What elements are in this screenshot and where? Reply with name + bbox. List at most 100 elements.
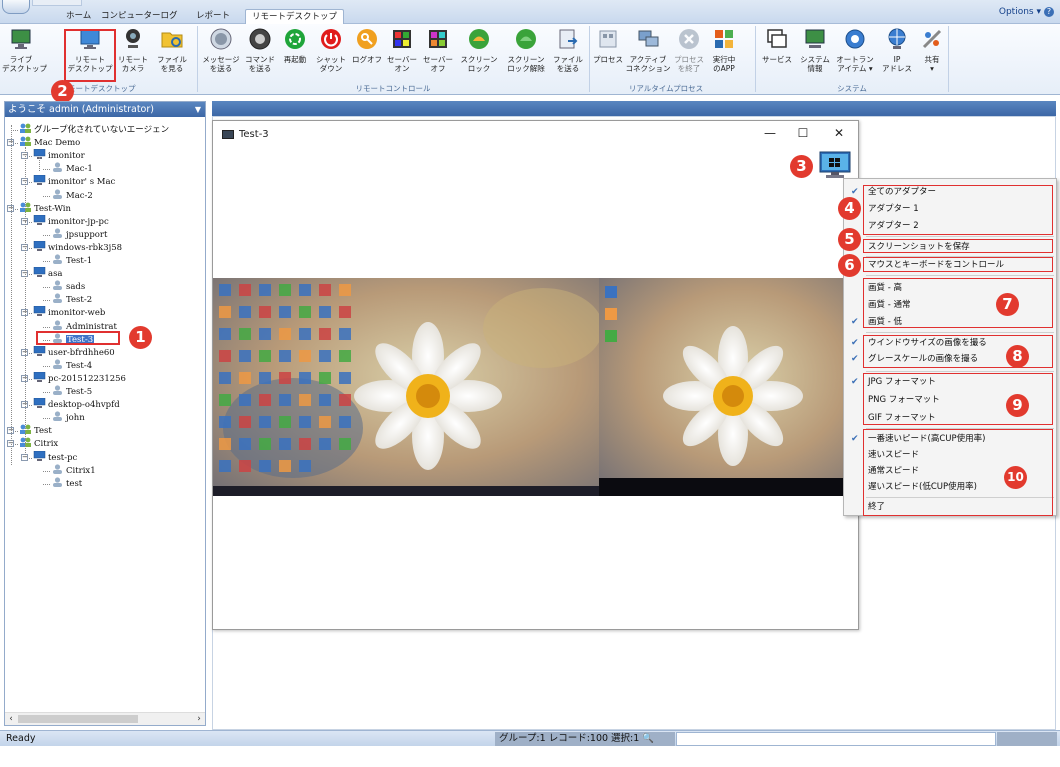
live-desktop-button[interactable]: ライブ デスクトップ xyxy=(2,27,47,82)
minimize-button[interactable]: — xyxy=(756,123,784,143)
remote-desktop-window: Test-3 — ☐ ✕ xyxy=(212,120,859,630)
active-connection-label: アクティブ コネクション xyxy=(625,55,671,73)
tree-guide-line xyxy=(11,125,12,465)
menu-separator xyxy=(866,236,1054,237)
tree-connector xyxy=(11,130,18,131)
tree-node-user[interactable]: john xyxy=(51,411,85,424)
tree-node-pc[interactable]: imonitor xyxy=(33,149,85,162)
tree-node-user[interactable]: test xyxy=(51,477,82,490)
ribbon-separator xyxy=(948,26,949,92)
send-command-button[interactable]: コマンド を送る xyxy=(242,27,278,82)
search-icon[interactable]: 🔍 xyxy=(642,733,654,744)
screensaver-off-icon xyxy=(429,30,447,48)
user-icon xyxy=(53,228,62,238)
tree-node-group[interactable]: グループ化されていないエージェン xyxy=(19,123,169,136)
horizontal-scrollbar[interactable]: ‹ › xyxy=(5,712,205,725)
chevron-down-icon[interactable]: ▼ xyxy=(195,102,201,117)
live-desktop-label: ライブ デスクトップ xyxy=(2,55,47,73)
ip-address-button[interactable]: IP アドレス xyxy=(877,27,917,82)
tab-computer-log[interactable]: コンピューターログ xyxy=(95,9,184,24)
scroll-thumb[interactable] xyxy=(18,715,138,723)
send-command-label: コマンド を送る xyxy=(245,55,275,73)
callout-5: 5 xyxy=(838,228,861,251)
tree-node-pc[interactable]: imonitor' s Mac xyxy=(33,175,115,188)
logoff-button[interactable]: ログオフ xyxy=(350,27,384,82)
agent-tree-panel: ようこそ admin (Administrator) ▼ グループ化されていない… xyxy=(4,101,206,726)
tree-node-group[interactable]: Mac Demo xyxy=(19,136,80,149)
screensaver-icon xyxy=(393,30,411,48)
end-process-button[interactable]: プロセス を終了 xyxy=(671,27,707,82)
screen-lock-button[interactable]: スクリーン ロック xyxy=(456,27,502,82)
tree-node-label: Test-4 xyxy=(66,360,93,371)
search-input[interactable] xyxy=(676,732,996,746)
tab-remote-desktop[interactable]: リモートデスクトップ xyxy=(245,9,345,25)
screensaver-off-button[interactable]: セーバー オフ xyxy=(420,27,456,82)
tree-guide-line xyxy=(25,221,26,447)
scroll-left-icon[interactable]: ‹ xyxy=(5,713,17,725)
app-menu-button[interactable] xyxy=(2,0,30,14)
tree-node-user[interactable]: Test-5 xyxy=(51,385,92,398)
view-files-button[interactable]: ファイル を見る xyxy=(152,27,192,82)
tree-node-label: imonitor xyxy=(48,151,85,162)
close-button[interactable]: ✕ xyxy=(825,123,853,143)
screensaver-on-button[interactable]: セーバー オン xyxy=(384,27,420,82)
scroll-right-icon[interactable]: › xyxy=(193,713,205,725)
remote-screen-view[interactable] xyxy=(213,278,859,496)
user-icon xyxy=(53,280,62,291)
tree-node-user[interactable]: Mac-1 xyxy=(51,162,93,175)
tree-node-pc[interactable]: user-bfrdhhe60 xyxy=(33,345,115,359)
active-connection-button[interactable]: アクティブ コネクション xyxy=(625,27,671,82)
message-icon xyxy=(210,28,232,50)
system-info-button[interactable]: システム 情報 xyxy=(797,27,833,82)
process-button[interactable]: プロセス xyxy=(591,27,625,82)
tree-node-group[interactable]: Test xyxy=(19,424,52,437)
tree-node-pc[interactable]: pc-201512231256 xyxy=(33,371,126,385)
tree-node-user[interactable]: Test-2 xyxy=(51,293,92,306)
group-label-realtime-process: リアルタイムプロセス xyxy=(628,84,704,93)
running-app-label: 実行中 のAPP xyxy=(712,55,736,73)
options-menu[interactable]: Options ▾? xyxy=(999,7,1054,17)
tree-node-pc[interactable]: desktop-o4hvpfd xyxy=(33,398,120,411)
tree-node-pc[interactable]: imonitor-jp-pc xyxy=(33,214,109,228)
help-icon[interactable]: ? xyxy=(1044,7,1054,17)
tree-node-user[interactable]: Citrix1 xyxy=(51,463,96,477)
remote-menu-monitor-icon[interactable] xyxy=(819,151,851,179)
tree-node-user[interactable]: Test-4 xyxy=(51,359,92,372)
send-file-icon xyxy=(559,29,578,49)
send-file-button[interactable]: ファイル を送る xyxy=(550,27,586,82)
tree-node-group[interactable]: Test-Win xyxy=(19,202,71,215)
tree-node-pc[interactable]: imonitor-web xyxy=(33,306,105,319)
computer-icon xyxy=(33,240,46,251)
process-label: プロセス xyxy=(593,55,623,64)
monitor-icon xyxy=(11,29,31,49)
tree-node-user[interactable]: Mac-2 xyxy=(51,188,93,202)
zoom-controls[interactable] xyxy=(997,732,1057,746)
tree-node-pc[interactable]: asa xyxy=(33,267,63,280)
process-icon xyxy=(599,30,617,48)
tree-node-label: sads xyxy=(66,282,86,293)
folder-icon xyxy=(161,32,183,48)
restart-button[interactable]: 再起動 xyxy=(278,27,312,82)
running-app-button[interactable]: 実行中 のAPP xyxy=(707,27,741,82)
screen-unlock-button[interactable]: スクリーン ロック解除 xyxy=(502,27,550,82)
remote-camera-button[interactable]: リモート カメラ xyxy=(115,27,151,82)
share-button[interactable]: 共有 ▾ xyxy=(917,27,947,82)
tree-node-user[interactable]: jpsupport xyxy=(51,228,107,241)
tree-node-user[interactable]: sads xyxy=(51,280,85,293)
tab-home[interactable]: ホーム xyxy=(60,9,97,24)
group-label-remote-control: リモートコントロール xyxy=(355,84,431,93)
autorun-button[interactable]: オートラン アイテム ▾ xyxy=(833,27,877,82)
computer-icon xyxy=(33,306,46,317)
shutdown-button[interactable]: シャット ダウン xyxy=(312,27,350,82)
user-icon xyxy=(53,293,62,304)
send-message-button[interactable]: メッセージ を送る xyxy=(200,27,242,82)
tree-node-pc[interactable]: windows-rbk3j58 xyxy=(33,240,122,254)
service-button[interactable]: サービス xyxy=(757,27,797,82)
tree-node-pc[interactable]: test-pc xyxy=(33,450,77,464)
maximize-button[interactable]: ☐ xyxy=(789,123,817,143)
menu-separator xyxy=(866,371,1054,372)
callout-9: 9 xyxy=(1006,394,1029,417)
tree-node-label: john xyxy=(66,413,85,424)
tree-node-user[interactable]: Test-1 xyxy=(51,254,92,267)
tab-report[interactable]: レポート xyxy=(190,9,236,24)
